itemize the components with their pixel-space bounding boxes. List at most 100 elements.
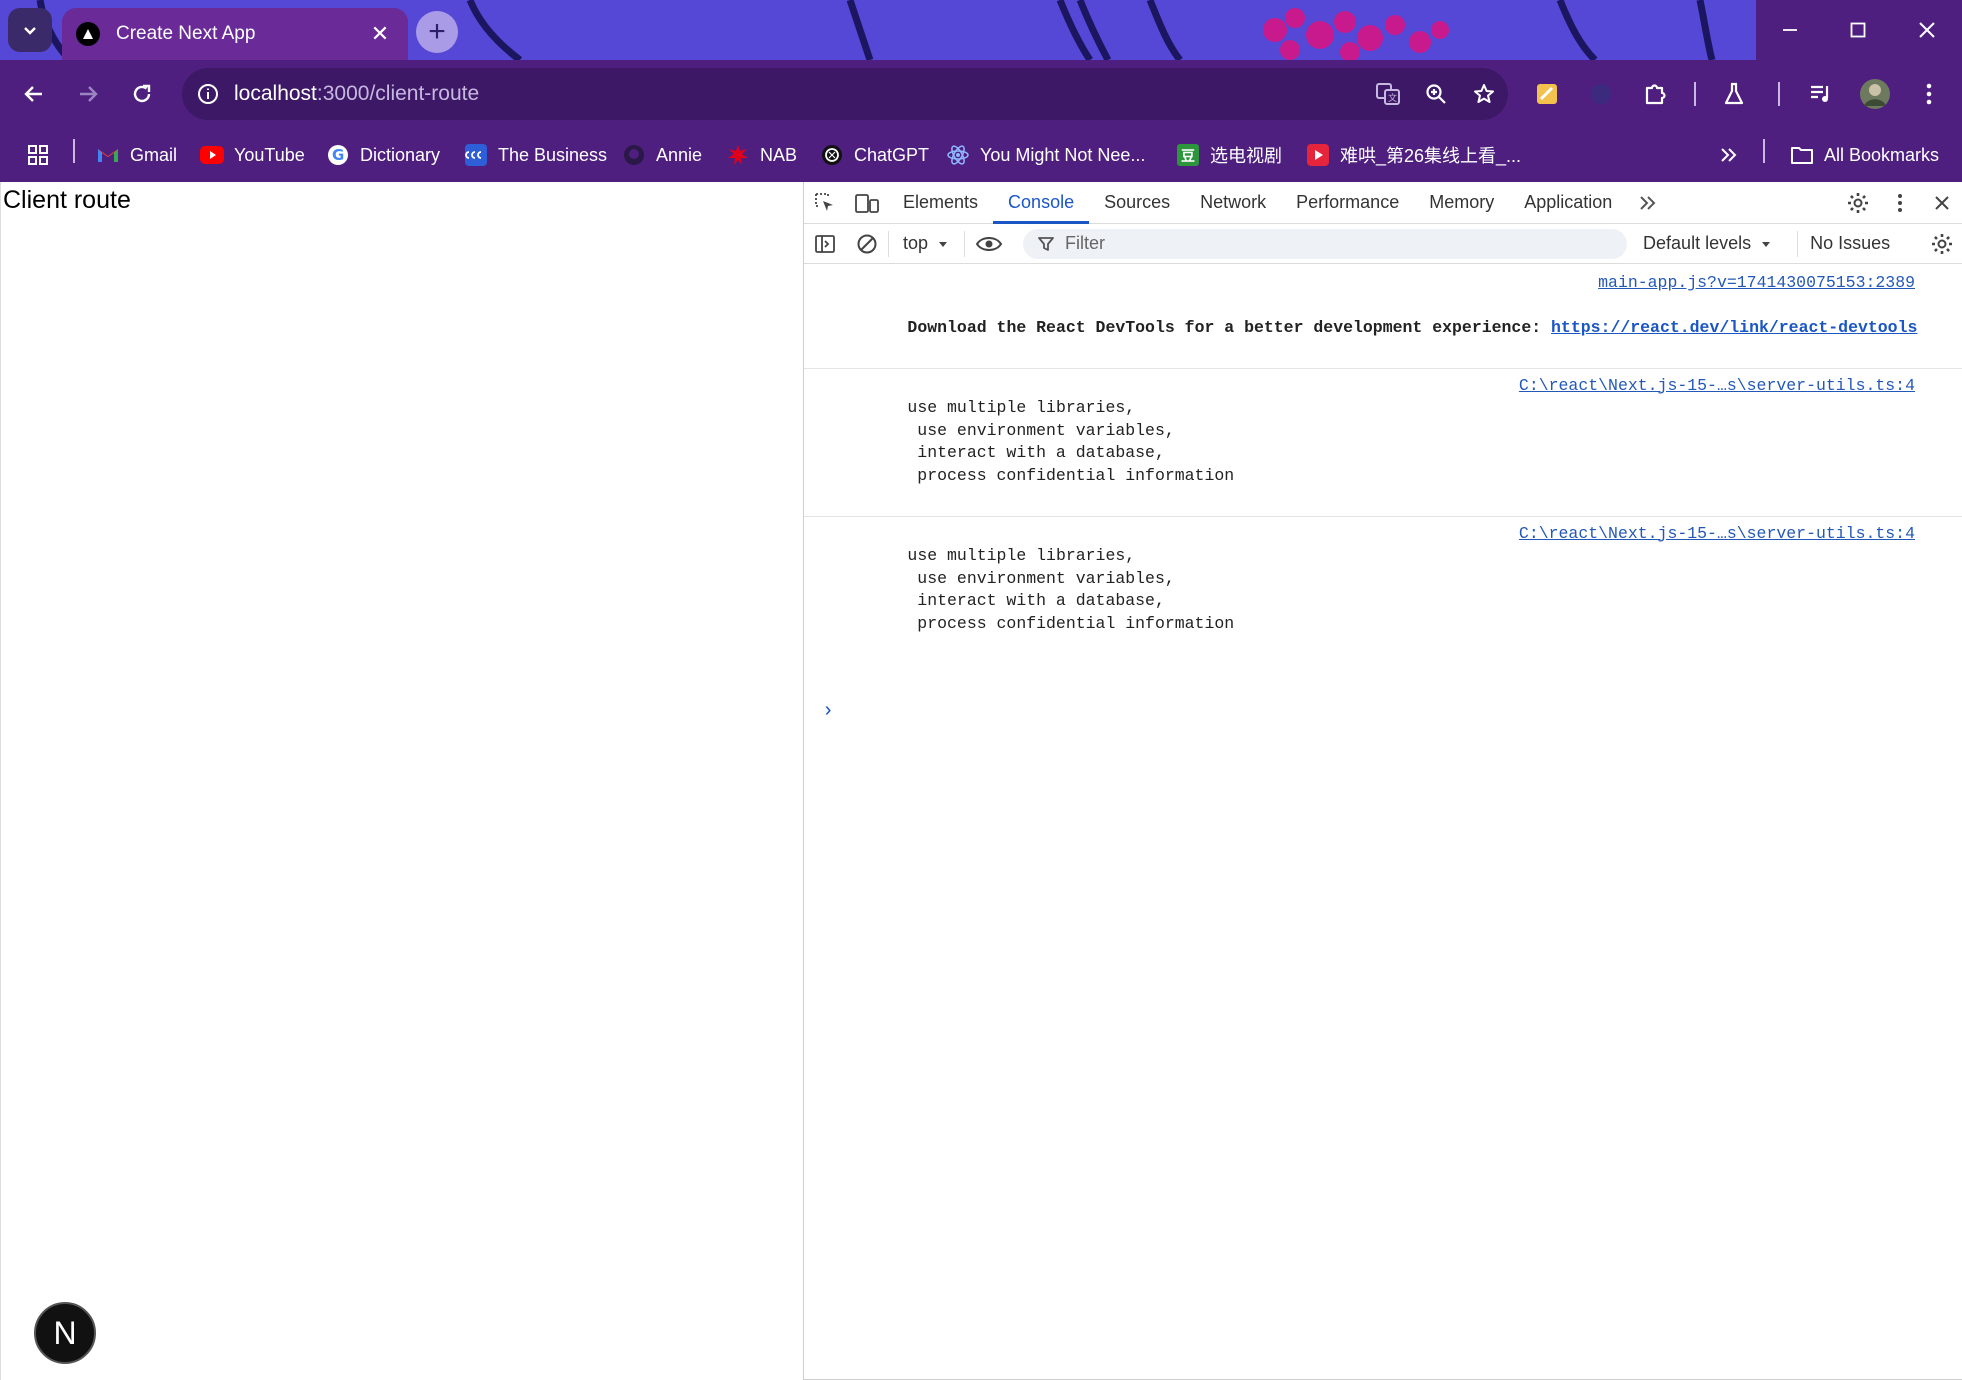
- devtools-tab-bar: Elements Console Sources Network Perform…: [804, 182, 1962, 224]
- nab-icon: [726, 143, 750, 167]
- console-settings-gear-icon[interactable]: [1921, 232, 1962, 256]
- inspect-element-icon[interactable]: [804, 182, 846, 223]
- bookmark-nab[interactable]: NAB: [726, 136, 797, 174]
- device-toolbar-icon[interactable]: [846, 182, 888, 223]
- sidebar-toggle-icon[interactable]: [804, 233, 846, 255]
- zoom-icon[interactable]: [1412, 82, 1460, 106]
- bookmark-star-icon[interactable]: [1460, 82, 1508, 106]
- all-bookmarks-label: All Bookmarks: [1824, 144, 1940, 165]
- bookmark-the-business[interactable]: The Business: [464, 136, 607, 174]
- translate-icon[interactable]: 文: [1364, 81, 1412, 107]
- clear-console-icon[interactable]: [846, 233, 888, 255]
- bookmark-label: Annie: [656, 144, 703, 165]
- filter-funnel-icon: [1038, 236, 1054, 251]
- extension-notes-icon[interactable]: [1524, 70, 1570, 118]
- web-page-viewport: Client route N: [0, 182, 803, 1380]
- bookmark-label: The Business: [498, 144, 608, 165]
- back-button[interactable]: [10, 70, 58, 118]
- react-devtools-link[interactable]: https://react.dev/link/react-devtools: [1551, 318, 1917, 337]
- minimize-icon: [1783, 29, 1797, 31]
- all-bookmarks-button[interactable]: All Bookmarks: [1790, 136, 1939, 174]
- extensions-puzzle-icon[interactable]: [1632, 70, 1678, 118]
- console-prompt-chevron-icon[interactable]: ›: [822, 700, 834, 723]
- arrow-right-icon: [80, 86, 98, 102]
- apps-grid-icon: [28, 145, 48, 165]
- filter-placeholder: Filter: [1065, 233, 1106, 253]
- tab-title: Create Next App: [116, 23, 256, 44]
- message-source-link[interactable]: C:\react\Next.js-15-…s\server-utils.ts:4: [1519, 523, 1915, 546]
- bookmark-you-might-not-need[interactable]: You Might Not Nee...: [946, 136, 1145, 174]
- nextjs-favicon-icon: [76, 22, 100, 46]
- message-source-link[interactable]: C:\react\Next.js-15-…s\server-utils.ts:4: [1519, 375, 1915, 398]
- bookmark-douban[interactable]: 豆 选电视剧: [1176, 136, 1282, 174]
- arrow-left-icon: [24, 86, 42, 102]
- profile-avatar[interactable]: [1852, 70, 1898, 118]
- devtools-close-icon[interactable]: [1921, 182, 1962, 224]
- live-expression-eye-icon[interactable]: [965, 234, 1013, 254]
- minimize-button[interactable]: [1756, 0, 1824, 60]
- menu-kebab-icon[interactable]: [1906, 70, 1952, 118]
- devtools-tab-console[interactable]: Console: [993, 182, 1090, 224]
- openai-icon: [820, 143, 844, 167]
- bookmark-gmail[interactable]: Gmail: [96, 136, 177, 174]
- bookmark-label: Gmail: [130, 144, 178, 165]
- devtools-tab-elements[interactable]: Elements: [888, 182, 993, 223]
- bookmark-annie[interactable]: Annie: [622, 136, 702, 174]
- tab-close-icon[interactable]: ✕: [366, 21, 394, 47]
- devtools-tab-network[interactable]: Network: [1185, 182, 1281, 223]
- github-icon: [622, 143, 646, 167]
- new-tab-button[interactable]: +: [416, 11, 458, 53]
- chevron-down-icon: [24, 27, 36, 35]
- bookmark-label: ChatGPT: [854, 144, 930, 165]
- svg-text:文: 文: [1388, 92, 1397, 104]
- more-tabs-chevron-icon[interactable]: [1627, 182, 1669, 223]
- log-levels-label: Default levels: [1643, 233, 1752, 253]
- extension-dark-icon[interactable]: [1578, 70, 1624, 118]
- console-message: C:\react\Next.js-15-…s\server-utils.ts:4…: [804, 517, 1962, 664]
- devtools-settings-gear-icon[interactable]: [1837, 182, 1879, 224]
- reload-button[interactable]: [118, 70, 166, 118]
- address-bar[interactable]: localhost:3000/client-route 文: [182, 68, 1508, 120]
- bookmark-chatgpt[interactable]: ChatGPT: [820, 136, 929, 174]
- nextjs-dev-indicator-button[interactable]: N: [34, 1302, 96, 1364]
- abc-icon: [464, 143, 488, 167]
- maximize-button[interactable]: [1824, 0, 1892, 60]
- media-controls-icon[interactable]: [1798, 70, 1844, 118]
- devtools-tab-memory[interactable]: Memory: [1414, 182, 1509, 223]
- devtools-tab-performance[interactable]: Performance: [1281, 182, 1414, 223]
- bookmarks-separator: [1763, 139, 1765, 163]
- forward-button[interactable]: [64, 70, 112, 118]
- caret-down-icon: [939, 241, 948, 247]
- browser-tab-active[interactable]: Create Next App ✕: [62, 8, 408, 60]
- devtools-menu-kebab-icon[interactable]: [1879, 182, 1921, 224]
- bookmark-label: 难哄_第26集线上看_...: [1340, 146, 1522, 166]
- tab-search-button[interactable]: [8, 8, 52, 52]
- message-source-link[interactable]: main-app.js?v=1741430075153:2389: [1598, 272, 1915, 295]
- svg-text:G: G: [332, 146, 344, 164]
- bookmarks-overflow-button[interactable]: [1718, 136, 1740, 174]
- bookmark-youtube[interactable]: YouTube: [200, 136, 305, 174]
- log-levels-dropdown[interactable]: Default levels: [1643, 233, 1773, 254]
- maximize-icon: [1850, 22, 1866, 38]
- url-host: localhost: [234, 82, 317, 105]
- apps-grid-button[interactable]: [26, 136, 50, 174]
- play-icon: [1306, 143, 1330, 167]
- folder-icon: [1790, 143, 1814, 167]
- bookmark-nanhong[interactable]: 难哄_第26集线上看_...: [1306, 136, 1521, 174]
- bookmark-label: YouTube: [234, 144, 305, 165]
- toolbar-separator: [1778, 82, 1780, 106]
- close-window-button[interactable]: [1892, 0, 1962, 60]
- bookmark-label: You Might Not Nee...: [980, 144, 1146, 165]
- console-filter-input[interactable]: Filter: [1023, 228, 1628, 259]
- svg-text:豆: 豆: [1181, 149, 1195, 165]
- gmail-icon: [96, 143, 120, 167]
- url-text[interactable]: localhost:3000/client-route: [234, 82, 1364, 106]
- reload-icon: [133, 84, 151, 103]
- devtools-tab-sources[interactable]: Sources: [1089, 182, 1185, 223]
- issues-counter[interactable]: No Issues: [1797, 230, 1890, 257]
- labs-flask-icon[interactable]: [1711, 70, 1757, 118]
- devtools-tab-application[interactable]: Application: [1509, 182, 1627, 223]
- site-info-icon[interactable]: [182, 82, 234, 106]
- bookmark-dictionary[interactable]: G Dictionary: [326, 136, 440, 174]
- context-selector[interactable]: top: [888, 230, 966, 257]
